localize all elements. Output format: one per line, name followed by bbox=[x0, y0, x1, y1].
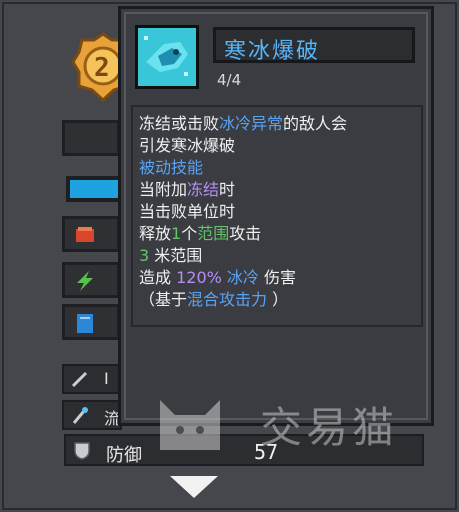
skill-tooltip: 寒冰爆破 4/4 冻结或击败冰冷异常的敌人会 引发寒冰爆破 被动技能 当附加冻结… bbox=[118, 6, 434, 426]
desc-line: 造成 120% 冰冷 伤害 bbox=[139, 268, 297, 287]
skill-level: 4/4 bbox=[217, 71, 242, 89]
watermark: 交易猫 bbox=[150, 380, 430, 460]
desc-line: 引发寒冰爆破 bbox=[139, 136, 236, 155]
desc-line: 当击败单位时 bbox=[139, 202, 236, 221]
book-icon bbox=[77, 314, 93, 333]
shield-icon bbox=[74, 442, 90, 460]
desc-line: （基于混合攻击力 ） bbox=[139, 290, 289, 309]
desc-line: 当附加冻结时 bbox=[139, 180, 236, 199]
desc-line: 被动技能 bbox=[139, 158, 204, 177]
svg-text:2: 2 bbox=[94, 53, 110, 83]
cat-logo-icon bbox=[160, 400, 220, 450]
skill-name: 寒冰爆破 bbox=[224, 39, 321, 64]
speed-stat-slot[interactable] bbox=[62, 262, 120, 298]
skill-description: 冻结或击败冰冷异常的敌人会 引发寒冰爆破 被动技能 当附加冻结时 当击败单位时 … bbox=[131, 105, 423, 327]
frost-blast-icon bbox=[138, 28, 196, 86]
weapon-row[interactable]: I bbox=[62, 364, 122, 394]
skill-title-box: 寒冰爆破 bbox=[213, 27, 415, 64]
fist-icon bbox=[76, 227, 94, 242]
defense-label: 防御 bbox=[106, 445, 142, 466]
chevron-down-icon[interactable] bbox=[166, 470, 222, 502]
desc-line: 3 米范围 bbox=[139, 246, 203, 265]
skill-icon-frame bbox=[135, 25, 199, 89]
lightning-icon bbox=[77, 271, 93, 291]
sword-icon bbox=[71, 371, 88, 388]
small-slot[interactable] bbox=[62, 120, 120, 156]
watermark-text: 交易猫 bbox=[260, 403, 399, 452]
book-stat-slot[interactable] bbox=[62, 304, 120, 340]
weapon-label: I bbox=[104, 369, 109, 388]
desc-line: 释放1个范围攻击 bbox=[139, 224, 262, 243]
staff-icon bbox=[72, 407, 88, 424]
desc-line: 冻结或击败冰冷异常的敌人会 bbox=[139, 114, 348, 133]
staff-row[interactable]: 流 bbox=[62, 400, 122, 430]
progress-bar bbox=[66, 176, 126, 202]
attack-stat-slot[interactable] bbox=[62, 216, 120, 252]
